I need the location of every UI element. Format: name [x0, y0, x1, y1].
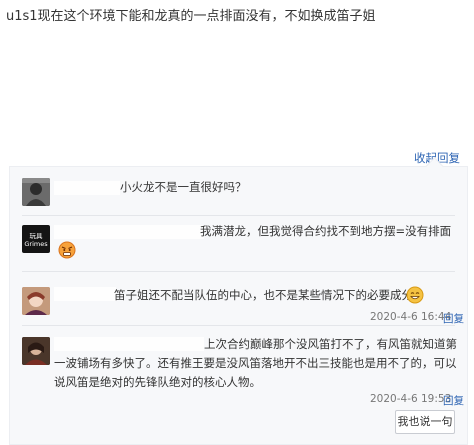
masked-username	[54, 287, 116, 301]
avatar[interactable]	[22, 287, 50, 315]
dark-avatar-icon	[22, 178, 50, 206]
grin-face-emoji	[406, 286, 424, 304]
reply-item: 笛子姐还不配当队伍的中心，也不是某些情况下的必要成分 2020-4-6 16:4…	[10, 279, 467, 326]
avatar[interactable]: 玩具 Grimes	[22, 225, 50, 253]
reply-item: 上次合约巅峰那个没风笛打不了，有风笛就知道第一波铺场有多快了。还有推王要是没风笛…	[10, 329, 467, 409]
say-something-button[interactable]: 我也说一句	[395, 410, 455, 434]
reply-time: 2020-4-6 19:53	[370, 393, 452, 405]
reply-text: 笛子姐还不配当队伍的中心，也不是某些情况下的必要成分	[114, 288, 413, 302]
reply-button[interactable]: 回复	[443, 311, 464, 326]
divider	[22, 215, 455, 216]
reply-item: 小火龙不是一直很好吗？	[10, 175, 467, 215]
reply-list: 小火龙不是一直很好吗？ 玩具 Grimes 我满潜龙，但我觉得合约找不到地方摆=…	[9, 166, 468, 445]
masked-username	[54, 225, 204, 239]
reply-button[interactable]: 回复	[443, 393, 464, 408]
anime-avatar-icon	[22, 287, 50, 315]
divider	[22, 271, 455, 272]
reply-text: 上次合约巅峰那个没风笛打不了，有风笛就知道第一波铺场有多快了。还有推王要是没风笛…	[54, 337, 457, 389]
avatar-label: 玩具 Grimes	[24, 232, 48, 248]
masked-username	[54, 181, 120, 195]
character-avatar-icon	[22, 337, 50, 365]
divider	[22, 325, 455, 326]
angry-face-emoji	[58, 241, 76, 259]
avatar[interactable]	[22, 337, 50, 365]
avatar[interactable]	[22, 178, 50, 206]
reply-time: 2020-4-6 16:44	[370, 311, 452, 323]
reply-text: 小火龙不是一直很好吗？	[120, 180, 247, 194]
reply-item: 玩具 Grimes 我满潜龙，但我觉得合约找不到地方摆=没有排面	[10, 219, 467, 259]
reply-text: 我满潜龙，但我觉得合约找不到地方摆=没有排面	[200, 224, 452, 238]
post-text: u1s1现在这个环境下能和龙真的一点排面没有，不如换成笛子姐	[6, 9, 376, 24]
